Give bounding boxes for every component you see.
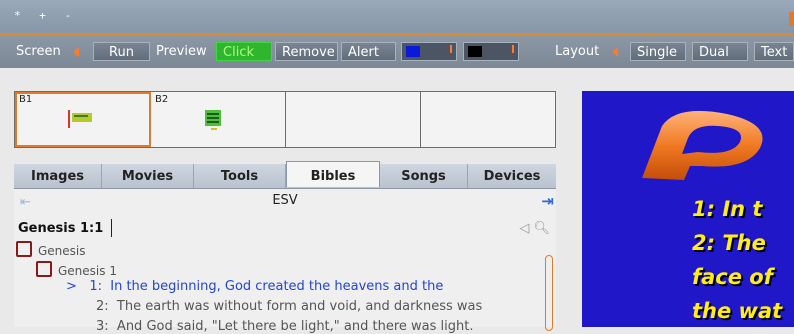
media-tabs: Images Movies Tools Bibles Songs Devices	[14, 161, 556, 189]
tree-chapter[interactable]: Genesis 1	[36, 261, 117, 278]
version-bar: ⇤ ESV ⇥	[14, 189, 556, 213]
thumbnail-empty-2[interactable]	[421, 92, 557, 147]
layout-label: Layout	[555, 44, 600, 59]
thumbnail-preview-image	[205, 110, 221, 130]
tree-book[interactable]: Genesis	[16, 241, 86, 258]
single-button[interactable]: Single	[630, 42, 686, 61]
screen-label: Screen	[16, 44, 61, 59]
preview-line: 2: The	[692, 231, 766, 255]
remove-button[interactable]: Remove	[275, 42, 338, 61]
preview-line: 1: In t	[692, 197, 763, 221]
window-controls[interactable]: * + -	[14, 9, 77, 22]
title-bar-edge	[789, 12, 794, 26]
swatch-color-box	[406, 46, 420, 57]
alert-button[interactable]: Alert	[341, 42, 396, 61]
verse-number: 2:	[96, 299, 109, 314]
tab-bibles[interactable]: Bibles	[286, 161, 380, 187]
reference-input[interactable]: Genesis 1:1	[18, 221, 103, 236]
preview-button[interactable]: Preview	[156, 44, 207, 59]
preview-line: face of	[692, 265, 773, 289]
tab-images[interactable]: Images	[14, 164, 102, 188]
thumbnail-b1[interactable]: B1	[15, 92, 151, 147]
thumbnail-preview-image	[68, 110, 92, 128]
text-caret	[111, 219, 112, 237]
bible-version[interactable]: ESV	[14, 193, 556, 208]
color-swatch-2[interactable]	[463, 42, 519, 61]
click-button[interactable]: Click	[216, 42, 272, 61]
thumbnail-empty-1[interactable]	[286, 92, 421, 147]
thumbnail-label: B2	[155, 94, 169, 105]
book-icon	[36, 261, 52, 277]
verse-text: The earth was without form and void, and…	[116, 299, 483, 314]
next-arrow-icon[interactable]: ⇥	[541, 192, 554, 210]
color-swatch-1[interactable]	[401, 42, 457, 61]
bible-pane: ⇤ ESV ⇥ Genesis 1:1 ◁ 🔍︎ Genesis Genesis…	[14, 189, 556, 334]
tab-tools[interactable]: Tools	[194, 164, 286, 188]
text-button[interactable]: Text	[754, 42, 794, 61]
layout-arrow-icon[interactable]	[612, 47, 618, 57]
tab-songs[interactable]: Songs	[380, 164, 468, 188]
magnifier-icon[interactable]: 🔍︎	[533, 221, 550, 236]
verse-row[interactable]: > 1: In the beginning, God created the h…	[66, 279, 443, 294]
book-label: Genesis	[38, 244, 86, 258]
speaker-icon[interactable]: ◁	[519, 221, 529, 236]
preview-line: the wat	[692, 299, 783, 323]
slide-thumbnails: B1 B2	[14, 91, 556, 148]
run-button[interactable]: Run	[93, 42, 150, 61]
logo-image	[642, 110, 763, 180]
pane-tools: ◁ 🔍︎	[519, 221, 550, 236]
thumbnail-b2[interactable]: B2	[151, 92, 286, 147]
verse-row[interactable]: 2: The earth was without form and void, …	[96, 299, 482, 314]
swatch-dropdown-icon	[450, 45, 452, 53]
verse-number: 1:	[89, 279, 102, 294]
dual-button[interactable]: Dual	[692, 42, 748, 61]
click-label: Click	[223, 45, 254, 60]
title-bar: * + -	[0, 0, 794, 35]
swatch-color-box	[468, 46, 482, 57]
chapter-label: Genesis 1	[58, 264, 117, 278]
toolbar: Screen Run Preview Click Remove Alert La…	[0, 35, 794, 68]
tab-devices[interactable]: Devices	[468, 164, 556, 188]
tab-movies[interactable]: Movies	[102, 164, 194, 188]
screen-arrow-icon[interactable]	[73, 47, 79, 57]
thumbnail-label: B1	[19, 94, 33, 105]
verse-marker: >	[66, 279, 77, 294]
live-preview: 1: In t 2: The face of the wat	[582, 91, 794, 327]
verse-scrollbar[interactable]	[545, 255, 553, 331]
swatch-dropdown-icon	[512, 45, 514, 53]
verse-text: In the beginning, God created the heaven…	[110, 279, 444, 294]
book-icon	[16, 241, 32, 257]
